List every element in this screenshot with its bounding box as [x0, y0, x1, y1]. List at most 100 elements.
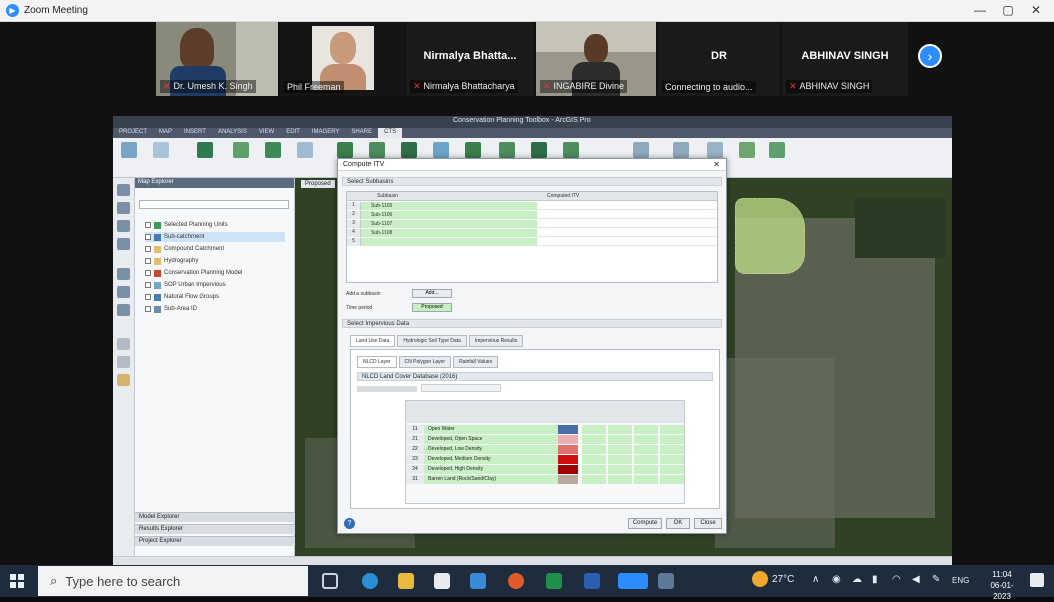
- tool-icon[interactable]: [297, 142, 313, 158]
- tool-icon[interactable]: [265, 142, 281, 158]
- wifi-icon[interactable]: ◠: [892, 574, 901, 585]
- layer-checkbox[interactable]: [145, 222, 151, 228]
- table-row[interactable]: 22 Developed, Low Density: [406, 445, 684, 454]
- ribbon-tab[interactable]: SHARE: [345, 128, 378, 138]
- layer-checkbox[interactable]: [145, 234, 151, 240]
- table-row[interactable]: 11 Open Water: [406, 425, 684, 434]
- layer-item-selected[interactable]: Sub-catchment: [145, 232, 285, 242]
- tool-icon[interactable]: [121, 142, 137, 158]
- layer-item[interactable]: Hydrography: [145, 256, 198, 266]
- tool-icon[interactable]: [117, 286, 130, 298]
- tool-icon[interactable]: [769, 142, 785, 158]
- ribbon-tab[interactable]: ANALYSIS: [212, 128, 253, 138]
- layer-item[interactable]: Compound Catchment: [145, 244, 224, 254]
- tool-icon[interactable]: [117, 268, 130, 280]
- mail-icon[interactable]: [470, 573, 486, 589]
- select-impervious-header[interactable]: Select Impervious Data: [342, 319, 722, 328]
- ok-button[interactable]: OK: [666, 518, 690, 529]
- tool-icon[interactable]: [563, 142, 579, 158]
- project-explorer-tab[interactable]: Project Explorer: [135, 536, 295, 546]
- layer-checkbox[interactable]: [145, 294, 151, 300]
- word-icon[interactable]: [584, 573, 600, 589]
- taskbar-search-box[interactable]: ⌕ Type here to search: [38, 566, 308, 596]
- map-tab[interactable]: Proposed: [301, 180, 335, 188]
- battery-icon[interactable]: ▮: [872, 574, 878, 585]
- excel-icon[interactable]: [546, 573, 562, 589]
- compute-button[interactable]: Compute: [628, 518, 662, 529]
- tool-icon[interactable]: [499, 142, 515, 158]
- ribbon-tab[interactable]: MAP: [153, 128, 178, 138]
- chrome-icon[interactable]: [508, 573, 524, 589]
- layer-checkbox[interactable]: [145, 306, 151, 312]
- layer-item[interactable]: Natural Flow Groups: [145, 292, 219, 302]
- layer-filter-select[interactable]: [139, 200, 289, 209]
- ribbon-tab[interactable]: EDIT: [280, 128, 306, 138]
- next-page-button[interactable]: ›: [918, 44, 942, 68]
- restore-button[interactable]: ▢: [996, 3, 1020, 17]
- layer-item[interactable]: SOP Urban Impervious: [145, 280, 226, 290]
- tool-icon[interactable]: [117, 220, 130, 232]
- ribbon-tab[interactable]: IMAGERY: [306, 128, 346, 138]
- tool-icon[interactable]: [633, 142, 649, 158]
- table-row[interactable]: 21 Developed, Open Space: [406, 435, 684, 444]
- participant-tile[interactable]: ✕ INGABIRE Divine: [536, 22, 656, 96]
- tab-cn-polygon[interactable]: CN Polygon Layer: [398, 356, 452, 368]
- show-hidden-icons[interactable]: ∧: [812, 574, 819, 585]
- layer-item[interactable]: Selected Planning Units: [145, 220, 228, 230]
- windows-start-icon[interactable]: [10, 574, 24, 588]
- view-3d-icon[interactable]: [117, 202, 130, 214]
- tool-icon[interactable]: [369, 142, 385, 158]
- layer-checkbox[interactable]: [145, 270, 151, 276]
- select-subbasins-header[interactable]: Select Subbasins: [342, 177, 722, 186]
- results-explorer-tab[interactable]: Results Explorer: [135, 524, 295, 534]
- participant-tile[interactable]: ✕ Dr. Umesh K. Singh: [156, 22, 278, 96]
- model-explorer-tab[interactable]: Model Explorer: [135, 512, 295, 522]
- participant-tile[interactable]: Nirmalya Bhatta... ✕ Nirmalya Bhattachary…: [406, 22, 534, 96]
- tool-icon[interactable]: [153, 142, 169, 158]
- ribbon-tab[interactable]: INSERT: [178, 128, 212, 138]
- tool-icon[interactable]: [117, 356, 130, 368]
- tool-icon[interactable]: [233, 142, 249, 158]
- tab-land-use[interactable]: Land Use Data: [350, 335, 396, 347]
- network-icon[interactable]: ◉: [832, 574, 841, 585]
- tool-icon[interactable]: [673, 142, 689, 158]
- store-icon[interactable]: [434, 573, 450, 589]
- layer-item[interactable]: Conservation Planning Model: [145, 268, 242, 278]
- tool-icon[interactable]: [337, 142, 353, 158]
- minimize-button[interactable]: —: [968, 3, 992, 17]
- tool-icon[interactable]: [197, 142, 213, 158]
- weather-temp[interactable]: 27°C: [772, 574, 794, 585]
- weather-icon[interactable]: [752, 571, 768, 587]
- tool-icon[interactable]: [433, 142, 449, 158]
- participant-tile[interactable]: Phil Freeman: [280, 22, 404, 96]
- tab-rainfall[interactable]: Rainfall Values: [453, 356, 499, 368]
- time-period-select[interactable]: Proposed: [412, 303, 452, 312]
- tool-icon[interactable]: [739, 142, 755, 158]
- close-dialog-button[interactable]: Close: [694, 518, 722, 529]
- table-row[interactable]: 23 Developed, Medium Density: [406, 455, 684, 464]
- dialog-close-icon[interactable]: ✕: [713, 160, 720, 169]
- zoom-taskbar-icon[interactable]: [618, 573, 648, 589]
- add-subbasin-button[interactable]: Add...: [412, 289, 452, 298]
- onedrive-icon[interactable]: ☁: [852, 574, 862, 585]
- layer-checkbox[interactable]: [145, 282, 151, 288]
- layer-item[interactable]: Sub-Area ID: [145, 304, 197, 314]
- ribbon-tab[interactable]: PROJECT: [113, 128, 153, 138]
- language-indicator[interactable]: ENG: [952, 576, 969, 585]
- view-2d-icon[interactable]: [117, 184, 130, 196]
- tool-icon[interactable]: [465, 142, 481, 158]
- participant-tile[interactable]: ABHINAV SINGH ✕ ABHINAV SINGH: [782, 22, 908, 96]
- layer-checkbox[interactable]: [145, 258, 151, 264]
- tab-nlcd-layer[interactable]: NLCD Layer: [357, 356, 397, 368]
- nlcd-header[interactable]: NLCD Land Cover Database (2016): [357, 372, 713, 381]
- layer-checkbox[interactable]: [145, 246, 151, 252]
- tool-icon[interactable]: [117, 338, 130, 350]
- tool-icon[interactable]: [531, 142, 547, 158]
- app-icon[interactable]: [658, 573, 674, 589]
- tool-icon[interactable]: [707, 142, 723, 158]
- tab-soil-type[interactable]: Hydrologic Soil Type Data: [397, 335, 467, 347]
- table-row[interactable]: 24 Developed, High Density: [406, 465, 684, 474]
- tool-icon[interactable]: [117, 374, 130, 386]
- tab-impervious-results[interactable]: Impervious Results: [468, 335, 524, 347]
- notifications-icon[interactable]: [1030, 573, 1044, 587]
